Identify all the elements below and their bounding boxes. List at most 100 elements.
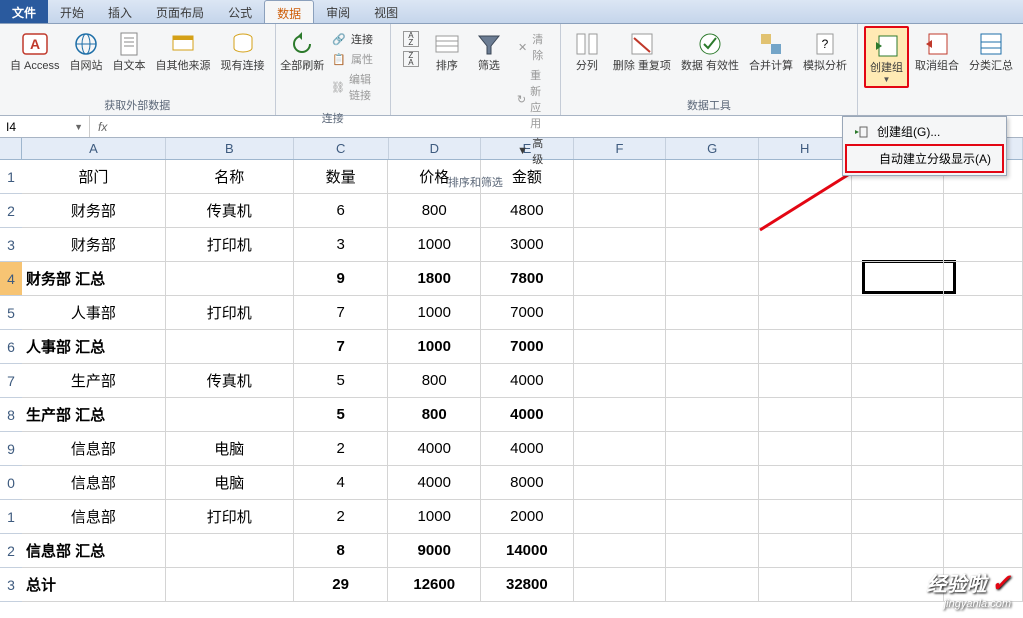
- cell[interactable]: [574, 364, 667, 398]
- cell[interactable]: [944, 296, 1023, 330]
- cell[interactable]: 财务部 汇总: [22, 262, 166, 296]
- edit-links-button[interactable]: ⛓编辑链接: [327, 70, 382, 104]
- col-header-B[interactable]: B: [166, 138, 294, 159]
- cell[interactable]: [759, 500, 852, 534]
- tab-home[interactable]: 开始: [48, 0, 96, 23]
- subtotal-button[interactable]: 分类汇总: [965, 26, 1017, 75]
- tab-review[interactable]: 审阅: [314, 0, 362, 23]
- cell[interactable]: 4000: [388, 466, 481, 500]
- cell[interactable]: [166, 568, 294, 602]
- cell[interactable]: 7000: [481, 330, 574, 364]
- tab-insert[interactable]: 插入: [96, 0, 144, 23]
- whatif-button[interactable]: ? 模拟分析: [799, 26, 851, 75]
- cell[interactable]: [759, 534, 852, 568]
- consolidate-button[interactable]: 合并计算: [745, 26, 797, 75]
- cell[interactable]: 7800: [481, 262, 574, 296]
- row-header[interactable]: 0: [0, 466, 22, 500]
- menu-create-group[interactable]: 创建组(G)...: [845, 119, 1004, 144]
- cell[interactable]: [574, 160, 667, 194]
- cell[interactable]: [944, 194, 1023, 228]
- select-all-corner[interactable]: [0, 138, 22, 160]
- tab-data[interactable]: 数据: [264, 0, 314, 23]
- cell[interactable]: 电脑: [166, 466, 294, 500]
- cell[interactable]: [666, 568, 759, 602]
- cell[interactable]: 2: [294, 500, 389, 534]
- cell[interactable]: 800: [388, 364, 481, 398]
- cell[interactable]: [759, 432, 852, 466]
- cell[interactable]: [852, 330, 945, 364]
- cell[interactable]: 8000: [481, 466, 574, 500]
- cell[interactable]: [666, 262, 759, 296]
- cell[interactable]: 12600: [388, 568, 481, 602]
- cell[interactable]: [944, 262, 1023, 296]
- tab-formulas[interactable]: 公式: [216, 0, 264, 23]
- existing-conn-button[interactable]: 现有连接: [217, 26, 269, 75]
- filter-button[interactable]: 筛选: [469, 26, 509, 75]
- cell[interactable]: 800: [388, 398, 481, 432]
- cell[interactable]: [574, 228, 667, 262]
- row-header[interactable]: 3: [0, 228, 22, 262]
- cell[interactable]: 4000: [388, 432, 481, 466]
- cell[interactable]: 6: [294, 194, 389, 228]
- cell[interactable]: 1000: [388, 228, 481, 262]
- cell[interactable]: 1800: [388, 262, 481, 296]
- cell[interactable]: 5: [294, 398, 389, 432]
- cell[interactable]: [852, 296, 945, 330]
- cell[interactable]: [574, 262, 667, 296]
- cell[interactable]: 5: [294, 364, 389, 398]
- cell[interactable]: 名称: [166, 160, 294, 194]
- cell[interactable]: 800: [388, 194, 481, 228]
- cell[interactable]: [759, 262, 852, 296]
- text-to-cols-button[interactable]: 分列: [567, 26, 607, 75]
- cell[interactable]: [852, 534, 945, 568]
- cell[interactable]: [666, 500, 759, 534]
- cell[interactable]: [666, 364, 759, 398]
- cell[interactable]: 财务部: [22, 228, 166, 262]
- cell[interactable]: 14000: [481, 534, 574, 568]
- sort-desc-button[interactable]: ZA: [399, 50, 423, 68]
- cell[interactable]: 传真机: [166, 364, 294, 398]
- cell[interactable]: 打印机: [166, 296, 294, 330]
- cell[interactable]: [944, 466, 1023, 500]
- col-header-G[interactable]: G: [666, 138, 759, 159]
- cell[interactable]: 7000: [481, 296, 574, 330]
- cell[interactable]: 4000: [481, 364, 574, 398]
- from-text-button[interactable]: 自文本: [109, 26, 150, 75]
- row-header[interactable]: 2: [0, 534, 22, 568]
- refresh-all-button[interactable]: 全部刷新: [282, 26, 324, 75]
- cell[interactable]: [944, 398, 1023, 432]
- cell[interactable]: 29: [294, 568, 389, 602]
- cell[interactable]: 2: [294, 432, 389, 466]
- from-web-button[interactable]: 自网站: [66, 26, 107, 75]
- cell[interactable]: 3: [294, 228, 389, 262]
- clear-filter-button[interactable]: ✕清除: [513, 30, 552, 64]
- cell[interactable]: [759, 364, 852, 398]
- cell[interactable]: [852, 432, 945, 466]
- cell[interactable]: [166, 398, 294, 432]
- sort-button[interactable]: 排序: [427, 26, 467, 75]
- cell[interactable]: [574, 194, 667, 228]
- from-other-button[interactable]: 自其他来源: [152, 26, 215, 75]
- name-box[interactable]: I4 ▼: [0, 116, 90, 137]
- sort-asc-button[interactable]: AZ: [399, 30, 423, 48]
- row-header[interactable]: 4: [0, 262, 22, 296]
- row-header[interactable]: 3: [0, 568, 22, 602]
- cell[interactable]: [166, 262, 294, 296]
- cell[interactable]: 部门: [22, 160, 166, 194]
- cell[interactable]: [666, 330, 759, 364]
- row-header[interactable]: 7: [0, 364, 22, 398]
- cell[interactable]: [574, 398, 667, 432]
- col-header-C[interactable]: C: [294, 138, 389, 159]
- cell[interactable]: 价格: [388, 160, 481, 194]
- cell[interactable]: [944, 228, 1023, 262]
- cell[interactable]: [852, 500, 945, 534]
- cell[interactable]: 1000: [388, 330, 481, 364]
- cell[interactable]: [666, 432, 759, 466]
- cell[interactable]: 4800: [481, 194, 574, 228]
- cell[interactable]: [666, 160, 759, 194]
- cell[interactable]: 电脑: [166, 432, 294, 466]
- cell[interactable]: [666, 228, 759, 262]
- cell[interactable]: 4000: [481, 432, 574, 466]
- cell[interactable]: [666, 534, 759, 568]
- from-access-button[interactable]: A 自 Access: [6, 26, 64, 75]
